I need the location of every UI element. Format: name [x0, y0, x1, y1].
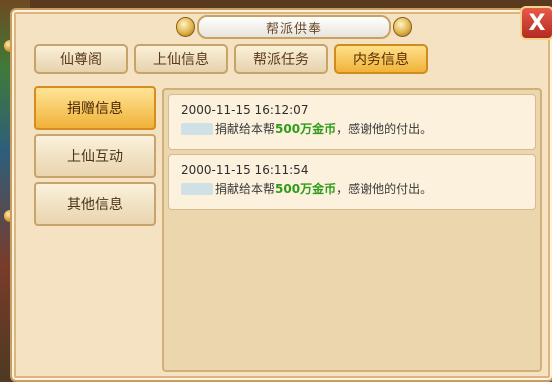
- close-icon: X: [528, 10, 546, 36]
- list-item: 2000-11-15 16:11:54 捐献给本帮 500万金币 ，感谢他的付出…: [168, 154, 536, 210]
- title-knob-left-icon: [176, 17, 196, 37]
- list-item: 2000-11-15 16:12:07 捐献给本帮 500万金币 ，感谢他的付出…: [168, 94, 536, 150]
- message-prefix: 捐献给本帮: [215, 122, 276, 136]
- window-title: 帮派供奉: [197, 15, 391, 39]
- donation-amount: 500万金币: [275, 182, 337, 196]
- message-time: 2000-11-15 16:12:07: [181, 103, 309, 117]
- guild-offering-window: 帮派供奉 X 仙尊阁 上仙信息 帮派任务 内务信息 捐赠信息 上仙互动 其他信息…: [10, 6, 552, 382]
- message-text: 捐献给本帮 500万金币 ，感谢他的付出。: [181, 120, 523, 137]
- message-suffix: ，感谢他的付出。: [336, 182, 433, 196]
- title-bar: 帮派供奉: [174, 14, 414, 40]
- title-knob-right-icon: [392, 17, 412, 37]
- tab-internal-info[interactable]: 内务信息: [334, 44, 428, 74]
- message-text: 捐献给本帮 500万金币 ，感谢他的付出。: [181, 180, 523, 197]
- sidebar-item-other-info[interactable]: 其他信息: [34, 182, 156, 226]
- message-list: 2000-11-15 16:12:07 捐献给本帮 500万金币 ，感谢他的付出…: [162, 88, 542, 372]
- tab-shangxian-info[interactable]: 上仙信息: [134, 44, 228, 74]
- player-name-redacted: [181, 122, 213, 135]
- tab-guild-tasks[interactable]: 帮派任务: [234, 44, 328, 74]
- player-name-redacted: [181, 182, 213, 195]
- message-time: 2000-11-15 16:11:54: [181, 163, 309, 177]
- message-prefix: 捐献给本帮: [215, 182, 276, 196]
- sidebar: 捐赠信息 上仙互动 其他信息: [34, 86, 156, 362]
- sidebar-item-donation-info[interactable]: 捐赠信息: [34, 86, 156, 130]
- close-button[interactable]: X: [520, 6, 552, 40]
- donation-amount: 500万金币: [275, 122, 337, 136]
- tab-xianzunge[interactable]: 仙尊阁: [34, 44, 128, 74]
- sidebar-item-shangxian-interaction[interactable]: 上仙互动: [34, 134, 156, 178]
- top-tabs: 仙尊阁 上仙信息 帮派任务 内务信息: [34, 44, 428, 74]
- message-suffix: ，感谢他的付出。: [336, 122, 433, 136]
